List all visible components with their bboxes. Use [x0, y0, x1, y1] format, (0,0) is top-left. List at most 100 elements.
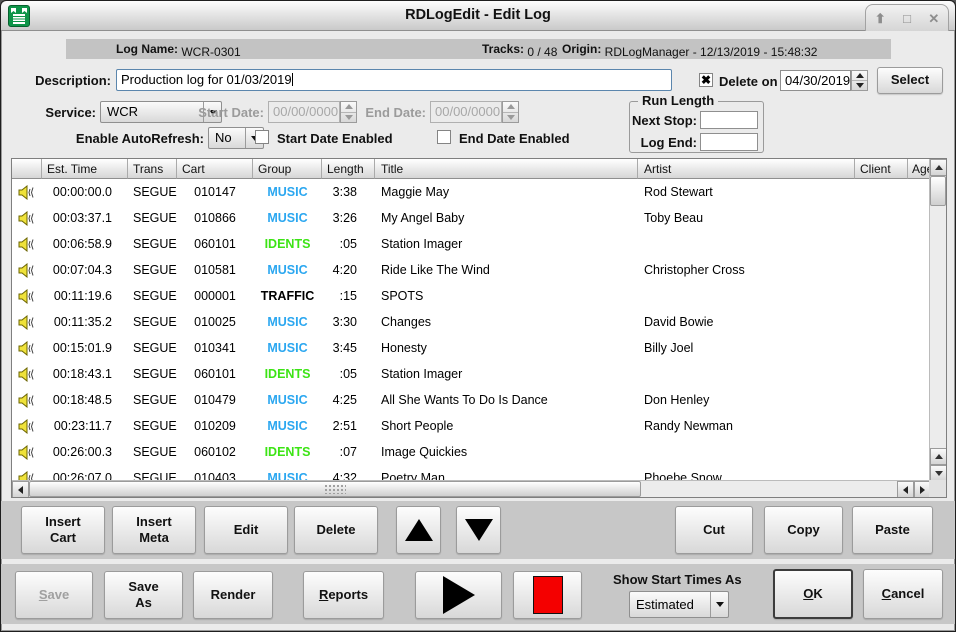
cut-button[interactable]: Cut	[675, 506, 753, 554]
column-header-est-time[interactable]: Est. Time	[42, 159, 128, 179]
table-row[interactable]: 00:18:48.5 SEGUE 010479 MUSIC 4:25 All S…	[12, 387, 929, 413]
stop-button[interactable]	[513, 571, 582, 619]
maximize-icon[interactable]: □	[903, 12, 911, 25]
end-date-input[interactable]: 00/00/0000	[430, 101, 502, 123]
origin-label: Origin: RDLogManager - 12/13/2019 - 15:4…	[562, 42, 605, 56]
edit-button[interactable]: Edit	[204, 506, 288, 554]
start-date-enabled-checkbox[interactable]	[255, 130, 269, 144]
group-cell: MUSIC	[253, 185, 322, 199]
table-row[interactable]: 00:03:37.1 SEGUE 010866 MUSIC 3:26 My An…	[12, 205, 929, 231]
scroll-up-icon[interactable]	[930, 448, 947, 465]
est-time-cell: 00:15:01.9	[42, 341, 128, 355]
show-start-times-label: Show Start Times As	[613, 572, 742, 587]
log-end-input[interactable]	[700, 133, 758, 151]
delete-date-input[interactable]: 04/30/2019	[780, 70, 851, 91]
delete-button[interactable]: Delete	[294, 506, 378, 554]
shade-icon[interactable]: ⬆	[875, 12, 886, 25]
reports-button[interactable]: Reports	[303, 571, 384, 619]
end-date-enabled-label: End Date Enabled	[459, 131, 570, 146]
artist-cell: Don Henley	[638, 393, 855, 407]
end-date-enabled-checkbox[interactable]	[437, 130, 451, 144]
column-header-length[interactable]: Length	[322, 159, 375, 179]
artist-cell: Rod Stewart	[638, 185, 855, 199]
est-time-cell: 00:23:11.7	[42, 419, 128, 433]
table-row[interactable]: 00:18:43.1 SEGUE 060101 IDENTS :05 Stati…	[12, 361, 929, 387]
artist-cell: David Bowie	[638, 315, 855, 329]
titlebar[interactable]: RDLogEdit - Edit Log ⬆ □ ✕	[1, 1, 955, 31]
speaker-icon	[12, 211, 42, 226]
insert-meta-button[interactable]: InsertMeta	[112, 506, 196, 554]
description-input[interactable]: Production log for 01/03/2019	[116, 69, 672, 91]
ok-button[interactable]: OK	[773, 569, 853, 619]
column-header-age[interactable]: Age	[908, 159, 929, 179]
est-time-cell: 00:03:37.1	[42, 211, 128, 225]
table-row[interactable]: 00:11:35.2 SEGUE 010025 MUSIC 3:30 Chang…	[12, 309, 929, 335]
column-header-trans[interactable]: Trans	[128, 159, 177, 179]
delete-on-checkbox[interactable]: ✖	[699, 73, 713, 87]
log-name-value: WCR-0301	[181, 45, 240, 59]
table-row[interactable]: 00:06:58.9 SEGUE 060101 IDENTS :05 Stati…	[12, 231, 929, 257]
length-cell: :07	[322, 445, 375, 459]
trans-cell: SEGUE	[128, 211, 177, 225]
insert-cart-button[interactable]: InsertCart	[21, 506, 105, 554]
column-header-artist[interactable]: Artist	[638, 159, 855, 179]
column-header-cart[interactable]: Cart	[177, 159, 253, 179]
table-row[interactable]: 00:23:11.7 SEGUE 010209 MUSIC 2:51 Short…	[12, 413, 929, 439]
table-row[interactable]: 00:00:00.0 SEGUE 010147 MUSIC 3:38 Maggi…	[12, 179, 929, 205]
scroll-up-icon[interactable]	[930, 159, 947, 176]
spinner-down-icon[interactable]	[852, 81, 867, 90]
horizontal-scroll-thumb[interactable]	[29, 481, 641, 497]
cancel-button[interactable]: Cancel	[863, 569, 943, 619]
group-cell: MUSIC	[253, 315, 322, 329]
origin-value: RDLogManager - 12/13/2019 - 15:48:32	[605, 45, 818, 59]
close-icon[interactable]: ✕	[928, 12, 939, 25]
length-cell: 3:26	[322, 211, 375, 225]
select-button[interactable]: Select	[877, 67, 943, 94]
tracks-value: 0 / 48	[527, 45, 557, 59]
table-row[interactable]: 00:15:01.9 SEGUE 010341 MUSIC 3:45 Hones…	[12, 335, 929, 361]
table-row[interactable]: 00:07:04.3 SEGUE 010581 MUSIC 4:20 Ride …	[12, 257, 929, 283]
scroll-left-icon[interactable]	[897, 481, 914, 498]
copy-button[interactable]: Copy	[764, 506, 843, 554]
spinner-up-icon[interactable]	[503, 102, 518, 113]
scrollbar-corner	[929, 480, 946, 497]
scroll-left-icon[interactable]	[12, 481, 29, 498]
artist-cell: Randy Newman	[638, 419, 855, 433]
move-down-button[interactable]	[456, 506, 501, 554]
paste-button[interactable]: Paste	[852, 506, 933, 554]
play-button[interactable]	[415, 571, 502, 619]
spinner-down-icon[interactable]	[503, 113, 518, 123]
table-header: Est. Time Trans Cart Group Length Title …	[12, 159, 929, 179]
table-row[interactable]: 00:11:19.6 SEGUE 000001 TRAFFIC :15 SPOT…	[12, 283, 929, 309]
cart-cell: 010866	[177, 211, 253, 225]
horizontal-scrollbar[interactable]	[12, 480, 931, 497]
est-time-cell: 00:18:48.5	[42, 393, 128, 407]
length-cell: 4:25	[322, 393, 375, 407]
column-header-title[interactable]: Title	[375, 159, 638, 179]
end-date-spinner[interactable]	[502, 101, 519, 123]
render-button[interactable]: Render	[193, 571, 273, 619]
spinner-up-icon[interactable]	[852, 71, 867, 81]
title-cell: Maggie May	[375, 185, 638, 199]
next-stop-input[interactable]	[700, 111, 758, 129]
show-start-times-combo[interactable]: Estimated	[629, 591, 729, 618]
log-event-table: Est. Time Trans Cart Group Length Title …	[11, 158, 947, 498]
trans-cell: SEGUE	[128, 341, 177, 355]
vertical-scroll-thumb[interactable]	[930, 176, 946, 206]
save-as-button[interactable]: SaveAs	[104, 571, 183, 619]
column-header-group[interactable]: Group	[253, 159, 322, 179]
cart-cell: 060101	[177, 367, 253, 381]
up-arrow-icon	[405, 519, 433, 541]
delete-date-spinner[interactable]	[851, 70, 868, 91]
column-header-client[interactable]: Client	[855, 159, 908, 179]
vertical-scrollbar[interactable]	[929, 159, 946, 482]
column-header-icon[interactable]	[12, 159, 42, 179]
play-icon	[443, 576, 475, 614]
table-row[interactable]: 00:26:00.3 SEGUE 060102 IDENTS :07 Image…	[12, 439, 929, 465]
save-button[interactable]: Save	[15, 571, 93, 619]
title-cell: Honesty	[375, 341, 638, 355]
run-length-title: Run Length	[638, 93, 718, 108]
move-up-button[interactable]	[396, 506, 441, 554]
artist-cell: Christopher Cross	[638, 263, 855, 277]
group-cell: MUSIC	[253, 211, 322, 225]
